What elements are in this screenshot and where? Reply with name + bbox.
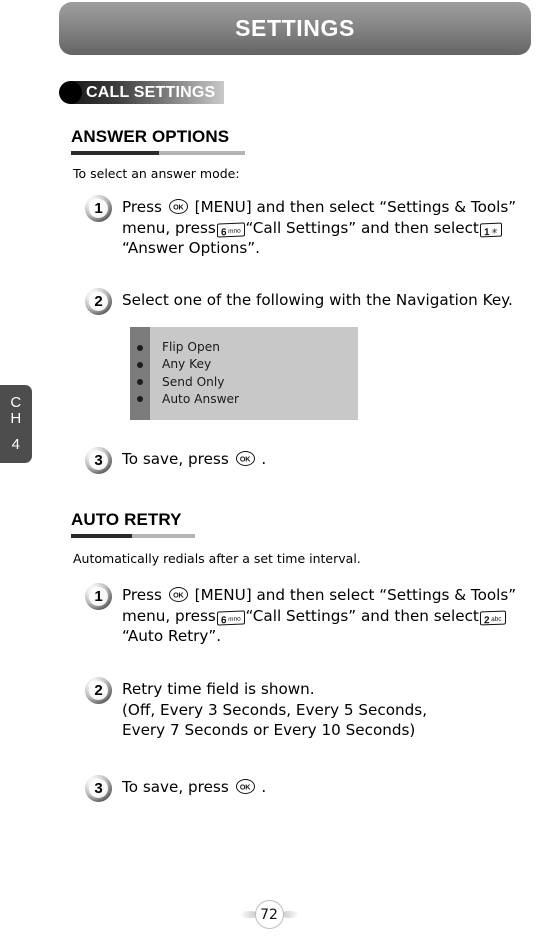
step-text-part: select: [433, 218, 479, 237]
list-bullet-icon: [137, 344, 143, 351]
step-number-badge: 1: [85, 583, 112, 610]
step-text-part: To save, press: [122, 450, 229, 468]
step-number: 2: [94, 682, 103, 699]
step-number: 1: [94, 200, 103, 217]
ok-key-icon: [235, 451, 255, 466]
section-badge: CALL SETTINGS: [59, 80, 225, 105]
step-text-part: [MENU] and then select “Settings &: [194, 586, 467, 604]
section-badge-bar: CALL SETTINGS: [70, 81, 225, 104]
heading-rule: [71, 151, 245, 155]
heading-rule-light: [159, 151, 245, 155]
step-text-part: To save, press: [122, 778, 229, 796]
ok-key-icon: [168, 587, 188, 602]
keypad-key-6-icon: 6 mno: [216, 609, 245, 626]
subsection-title: AUTO RETRY: [71, 510, 182, 529]
keypad-key-1-icon: 1 ✳: [479, 222, 502, 238]
list-item: Any Key: [162, 357, 212, 372]
step-text-part: .: [261, 450, 267, 468]
list-bullet-icon: [137, 379, 143, 386]
step-number: 3: [94, 780, 103, 797]
step-2-auto-retry: 2 Retry time field is shown. (Off, Every…: [85, 677, 538, 741]
step-number: 2: [94, 293, 103, 310]
step-3-answer-options: 3 To save, press .: [85, 447, 505, 474]
step-text-part: “Call Settings” and then: [245, 218, 429, 237]
step-text-line: (Off, Every 3 Seconds, Every 5 Seconds,: [122, 700, 428, 719]
step-text-part: select: [433, 606, 479, 625]
chapter-tab: C H 4: [0, 385, 32, 463]
bullet-circle-icon: [59, 81, 82, 104]
step-text: To save, press .: [122, 775, 266, 798]
section-badge-label: CALL SETTINGS: [86, 83, 216, 101]
step-1-answer-options: 1 Press [MENU] and then select “Settings…: [85, 195, 535, 259]
heading-rule: [71, 534, 195, 538]
list-item: Auto Answer: [162, 391, 240, 406]
list-item: Send Only: [162, 374, 225, 389]
ok-key-icon: [168, 199, 188, 214]
list-bullet-icon: [137, 396, 143, 403]
step-number: 1: [94, 588, 103, 605]
step-text-part: “Auto Retry”.: [122, 627, 222, 645]
heading-rule-dark: [71, 151, 159, 155]
page-footer: 72: [0, 900, 538, 929]
chapter-tab-letter-c: C: [10, 394, 22, 412]
heading-rule-light: [132, 534, 195, 538]
heading-rule-dark: [71, 534, 132, 538]
chapter-tab-letter-h: H: [10, 410, 22, 428]
step-number: 3: [94, 452, 103, 469]
step-text-part: Press: [122, 586, 162, 604]
step-text: Select one of the following with the Nav…: [122, 291, 513, 309]
page-number: 72: [260, 906, 278, 923]
step-text: Retry time field is shown. (Off, Every 3…: [122, 677, 427, 741]
step-text-part: .: [261, 778, 267, 796]
ok-key-icon: [235, 779, 255, 794]
chapter-tab-number: 4: [11, 435, 21, 453]
keypad-key-2-icon: 2 abc: [479, 610, 506, 626]
list-item: Flip Open: [162, 340, 220, 355]
step-text-part: Press: [122, 198, 162, 216]
step-2-answer-options: 2 Select one of the following with the N…: [85, 288, 538, 315]
page-number-badge: 72: [254, 900, 284, 929]
step-3-auto-retry: 3 To save, press .: [85, 775, 505, 802]
list-bullet-icon: [137, 361, 143, 368]
step-text: Press [MENU] and then select “Settings &…: [122, 195, 535, 259]
step-text-line: Retry time field is shown.: [122, 680, 315, 698]
page-title: SETTINGS: [235, 15, 355, 41]
lead-text-auto-retry: Automatically redials after a set time i…: [73, 551, 361, 566]
step-text-part: “Call Settings” and then: [245, 606, 429, 625]
step-text: Press [MENU] and then select “Settings &…: [122, 583, 538, 647]
step-text-line: Every 7 Seconds or Every 10 Seconds): [122, 721, 416, 739]
step-number-badge: 2: [85, 677, 112, 704]
options-bullet-gutter: [130, 327, 150, 420]
options-labels: Flip Open Any Key Send Only Auto Answer: [150, 327, 358, 420]
keypad-key-6-icon: 6 mno: [216, 221, 245, 238]
step-text-part: “Answer Options”.: [122, 239, 260, 257]
step-text: To save, press .: [122, 447, 266, 470]
step-number-badge: 2: [85, 288, 112, 315]
subsection-heading-answer-options: ANSWER OPTIONS: [71, 127, 245, 155]
page-header: SETTINGS: [59, 2, 531, 55]
step-number-badge: 3: [85, 775, 112, 802]
step-text-part: [MENU] and then select “Settings &: [194, 198, 467, 216]
step-1-auto-retry: 1 Press [MENU] and then select “Settings…: [85, 583, 538, 647]
step-number-badge: 3: [85, 447, 112, 474]
answer-options-list: Flip Open Any Key Send Only Auto Answer: [130, 327, 358, 420]
lead-text-answer-options: To select an answer mode:: [73, 166, 240, 181]
subsection-title: ANSWER OPTIONS: [71, 127, 230, 146]
step-number-badge: 1: [85, 195, 112, 222]
subsection-heading-auto-retry: AUTO RETRY: [71, 510, 195, 538]
